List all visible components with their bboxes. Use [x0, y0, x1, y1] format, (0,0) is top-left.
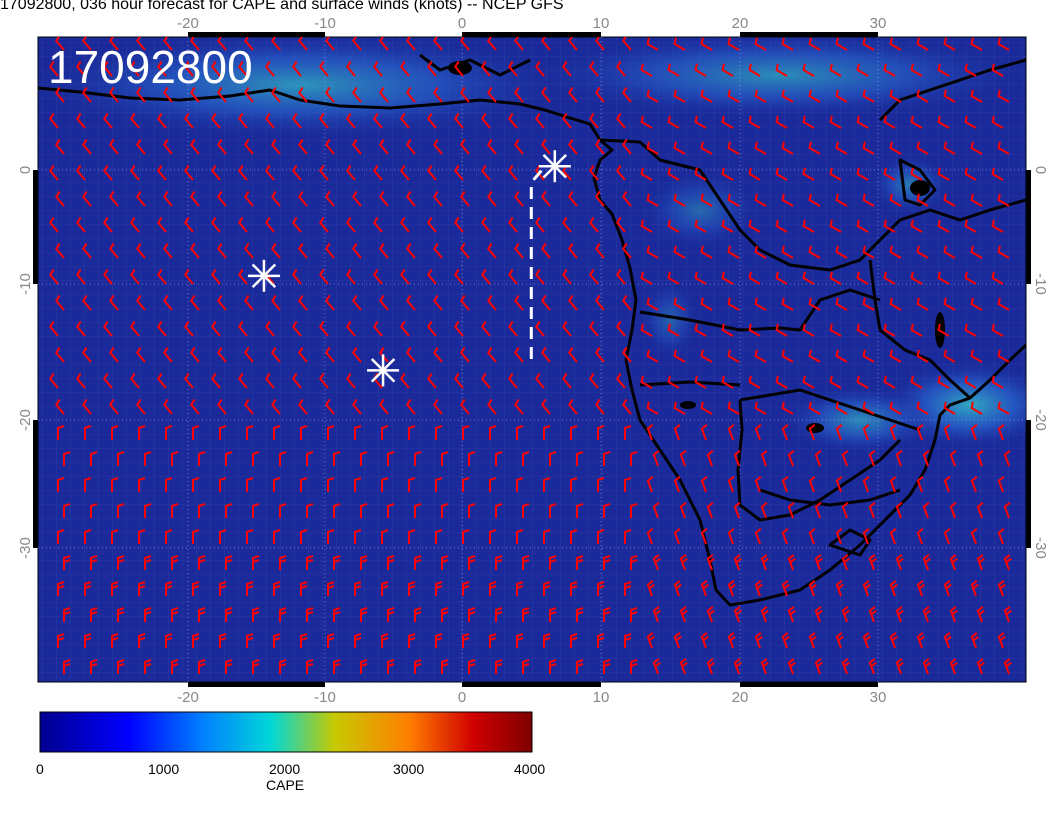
colorbar-tick: 0	[36, 761, 44, 777]
asterisk-marker	[247, 259, 280, 292]
colorbar-tick: 1000	[148, 761, 179, 777]
map-figure: -20 -10 0 10 20 30 -20 -10 0 10 20 30 0 …	[17, 15, 1049, 793]
lon-label: -10	[314, 15, 336, 32]
lon-label: 0	[458, 15, 466, 32]
colorbar-tick: 3000	[393, 761, 424, 777]
lat-labels-left: 0 -10 -20 -30	[17, 166, 34, 559]
lon-label: 30	[870, 689, 887, 706]
lon-label: -20	[177, 15, 199, 32]
lon-label: 20	[732, 15, 749, 32]
lat-label: -20	[1032, 409, 1049, 431]
lat-labels-right: 0 -10 -20 -30	[1032, 166, 1049, 559]
lat-label: 0	[17, 166, 34, 174]
lon-label: 20	[732, 689, 749, 706]
map-date-stamp: 17092800	[48, 41, 253, 93]
lon-labels-top: -20 -10 0 10 20 30	[177, 15, 886, 32]
lat-label: -30	[17, 537, 34, 559]
lat-label: 0	[1032, 166, 1049, 174]
asterisk-marker	[367, 354, 400, 387]
lat-label: -10	[1032, 273, 1049, 295]
lon-label: 10	[593, 689, 610, 706]
lat-label: -30	[1032, 537, 1049, 559]
lon-label: 30	[870, 15, 887, 32]
lat-label: -10	[17, 273, 34, 295]
lon-label: -10	[314, 689, 336, 706]
lon-label: 0	[458, 689, 466, 706]
lat-label: -20	[17, 409, 34, 431]
colorbar-gradient	[39, 711, 533, 753]
colorbar-ticks: 0 1000 2000 3000 4000	[36, 761, 545, 777]
lon-labels-bottom: -20 -10 0 10 20 30	[177, 689, 886, 706]
colorbar-tick: 2000	[269, 761, 300, 777]
asterisk-marker	[538, 150, 571, 183]
colorbar-tick: 4000	[514, 761, 545, 777]
lon-label: 10	[593, 15, 610, 32]
lon-label: -20	[177, 689, 199, 706]
colorbar-label: CAPE	[266, 777, 304, 793]
